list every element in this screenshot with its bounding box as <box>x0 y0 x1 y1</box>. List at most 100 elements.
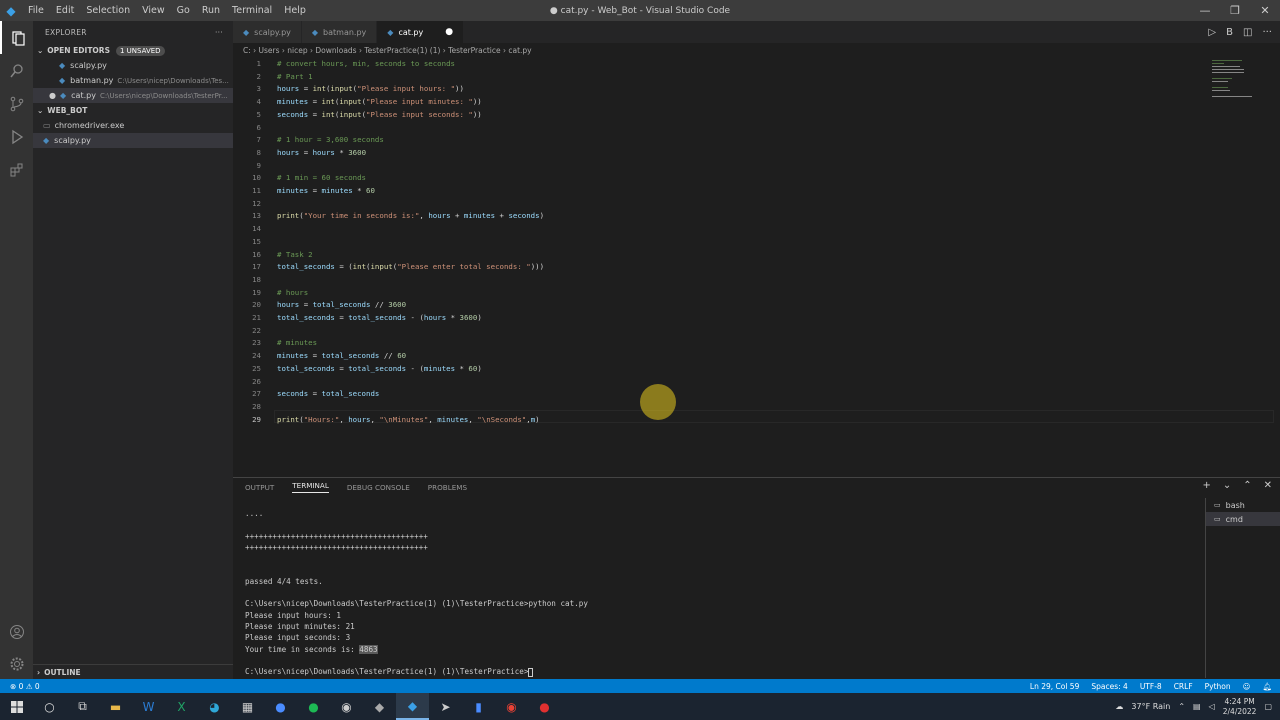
indentation[interactable]: Spaces: 4 <box>1091 682 1127 691</box>
code-line[interactable]: 10 # 1 min = 60 seconds <box>233 172 1233 185</box>
open-editors-section[interactable]: ⌄ OPEN EDITORS 1 UNSAVED <box>33 43 233 58</box>
code-line[interactable]: 11 minutes = minutes * 60 <box>233 185 1233 198</box>
code-line[interactable]: 20 hours = total_seconds // 3600 <box>233 299 1233 312</box>
maximize-panel-icon[interactable]: ⌃ <box>1243 480 1251 491</box>
close-panel-icon[interactable]: ✕ <box>1264 480 1272 491</box>
app-icon[interactable]: ◆ <box>363 693 396 720</box>
restore-icon[interactable]: ❐ <box>1220 0 1250 21</box>
minimize-icon[interactable]: — <box>1190 0 1220 21</box>
code-line[interactable]: 5 seconds = int(input("Please input secon… <box>233 109 1233 122</box>
extensions-icon[interactable] <box>0 153 33 186</box>
code-line[interactable]: 7 # 1 hour = 3,600 seconds <box>233 134 1233 147</box>
unsaved-dot-icon[interactable]: ● <box>49 91 56 100</box>
open-editor-item[interactable]: ◆ batman.py C:\Users\nicep\Downloads\Tes… <box>33 73 233 88</box>
terminal-output[interactable]: .... ++++++++++++++++++++++++++++++++++++… <box>245 508 588 677</box>
unsaved-dot-icon[interactable]: ● <box>445 27 453 37</box>
code-line[interactable]: 3 hours = int(input("Please input hours: … <box>233 83 1233 96</box>
record-icon[interactable]: ● <box>528 693 561 720</box>
run-debug-icon[interactable] <box>0 120 33 153</box>
tab-batman[interactable]: ◆ batman.py <box>301 21 378 43</box>
search-icon[interactable] <box>0 54 33 87</box>
code-line[interactable]: 25 total_seconds = total_seconds - (minut… <box>233 363 1233 376</box>
code-line[interactable]: 26 <box>233 376 1233 389</box>
open-editor-item[interactable]: ◆ scalpy.py <box>33 58 233 73</box>
vscode-taskbar-icon[interactable]: ◆ <box>396 693 429 720</box>
chevron-down-icon[interactable]: ⌄ <box>1223 480 1231 491</box>
code-line[interactable]: 23 # minutes <box>233 337 1233 350</box>
more-actions-icon[interactable]: ··· <box>1262 27 1272 38</box>
menu-file[interactable]: File <box>22 0 50 21</box>
weather-icon[interactable]: ☁ <box>1115 702 1123 711</box>
clock[interactable]: 4:24 PM 2/4/2022 <box>1223 697 1257 717</box>
code-line[interactable]: 16 # Task 2 <box>233 249 1233 262</box>
code-editor[interactable]: 1 # convert hours, min, seconds to second… <box>233 58 1280 549</box>
file-item[interactable]: ◆ scalpy.py <box>33 133 233 148</box>
code-line[interactable]: 29 print("Hours:", hours, "\nMinutes", mi… <box>233 414 1233 427</box>
cursor-position[interactable]: Ln 29, Col 59 <box>1030 682 1079 691</box>
file-item[interactable]: ▭ chromedriver.exe <box>33 118 233 133</box>
minimap[interactable] <box>1200 58 1280 471</box>
task-view-icon[interactable]: ⧉ <box>66 693 99 720</box>
paper-plane-icon[interactable]: ➤ <box>429 693 462 720</box>
menu-go[interactable]: Go <box>171 0 196 21</box>
explorer-icon[interactable] <box>0 21 33 54</box>
encoding[interactable]: UTF-8 <box>1140 682 1162 691</box>
tray-chevron-icon[interactable]: ⌃ <box>1178 702 1185 711</box>
weather-text[interactable]: 37°F Rain <box>1131 702 1170 711</box>
code-line[interactable]: 1 # convert hours, min, seconds to second… <box>233 58 1233 71</box>
notepad-icon[interactable]: ▮ <box>462 693 495 720</box>
code-line[interactable]: 13 print("Your time in seconds is:", hour… <box>233 210 1233 223</box>
breadcrumb[interactable]: C: › Users › nicep › Downloads › TesterP… <box>233 43 1280 58</box>
open-editor-item[interactable]: ● ◆ cat.py C:\Users\nicep\Downloads\Test… <box>33 88 233 103</box>
code-line[interactable]: 4 minutes = int(input("Please input minut… <box>233 96 1233 109</box>
spotify-icon[interactable]: ● <box>297 693 330 720</box>
code-line[interactable]: 14 <box>233 223 1233 236</box>
obs-icon[interactable]: ◉ <box>330 693 363 720</box>
code-line[interactable]: 18 <box>233 274 1233 287</box>
tab-output[interactable]: OUTPUT <box>245 483 274 492</box>
outline-section[interactable]: › OUTLINE <box>33 664 233 679</box>
gear-icon[interactable] <box>0 647 33 680</box>
add-terminal-icon[interactable]: + <box>1202 480 1210 491</box>
notification-center-icon[interactable]: ▢ <box>1264 702 1272 711</box>
word-icon[interactable]: W <box>132 693 165 720</box>
code-line[interactable]: 2 # Part 1 <box>233 71 1233 84</box>
tab-scalpy[interactable]: ◆ scalpy.py <box>233 21 302 43</box>
problems-status[interactable]: ⊗ 0 ⚠ 0 <box>10 682 40 691</box>
split-editor-icon[interactable]: ◫ <box>1243 27 1252 38</box>
account-icon[interactable] <box>0 615 33 648</box>
menu-selection[interactable]: Selection <box>80 0 136 21</box>
code-line[interactable]: 6 <box>233 122 1233 135</box>
excel-icon[interactable]: X <box>165 693 198 720</box>
network-icon[interactable]: ▤ <box>1193 702 1201 711</box>
chrome-icon[interactable]: ◉ <box>495 693 528 720</box>
workspace-section[interactable]: ⌄ WEB_BOT <box>33 103 233 118</box>
notifications-icon[interactable]: 🔔︎ <box>1262 682 1272 691</box>
terminal-item-cmd[interactable]: ▭ cmd <box>1206 512 1280 526</box>
code-line[interactable]: 12 <box>233 198 1233 211</box>
code-line[interactable]: 19 # hours <box>233 287 1233 300</box>
more-actions-icon[interactable]: ··· <box>215 28 223 37</box>
line-ending[interactable]: CRLF <box>1174 682 1193 691</box>
file-explorer-icon[interactable]: ▬ <box>99 693 132 720</box>
feedback-icon[interactable]: ☺ <box>1243 682 1251 691</box>
code-line[interactable]: 28 <box>233 401 1233 414</box>
bookmark-icon[interactable]: B <box>1226 27 1233 38</box>
menu-help[interactable]: Help <box>278 0 312 21</box>
tab-problems[interactable]: PROBLEMS <box>428 483 467 492</box>
code-line[interactable]: 27 seconds = total_seconds <box>233 388 1233 401</box>
close-icon[interactable]: ✕ <box>1250 0 1280 21</box>
zoom-icon[interactable]: ● <box>264 693 297 720</box>
language-mode[interactable]: Python <box>1205 682 1231 691</box>
code-line[interactable]: 9 <box>233 160 1233 173</box>
tab-terminal[interactable]: TERMINAL <box>292 481 329 493</box>
code-line[interactable]: 17 total_seconds = (int(input("Please ent… <box>233 261 1233 274</box>
source-control-icon[interactable] <box>0 87 33 120</box>
run-file-icon[interactable]: ▷ <box>1208 27 1216 38</box>
code-line[interactable]: 15 <box>233 236 1233 249</box>
code-line[interactable]: 22 <box>233 325 1233 338</box>
tab-debug-console[interactable]: DEBUG CONSOLE <box>347 483 410 492</box>
edge-icon[interactable]: ◕ <box>198 693 231 720</box>
volume-icon[interactable]: ◁ <box>1209 702 1215 711</box>
search-icon[interactable]: ○ <box>33 693 66 720</box>
